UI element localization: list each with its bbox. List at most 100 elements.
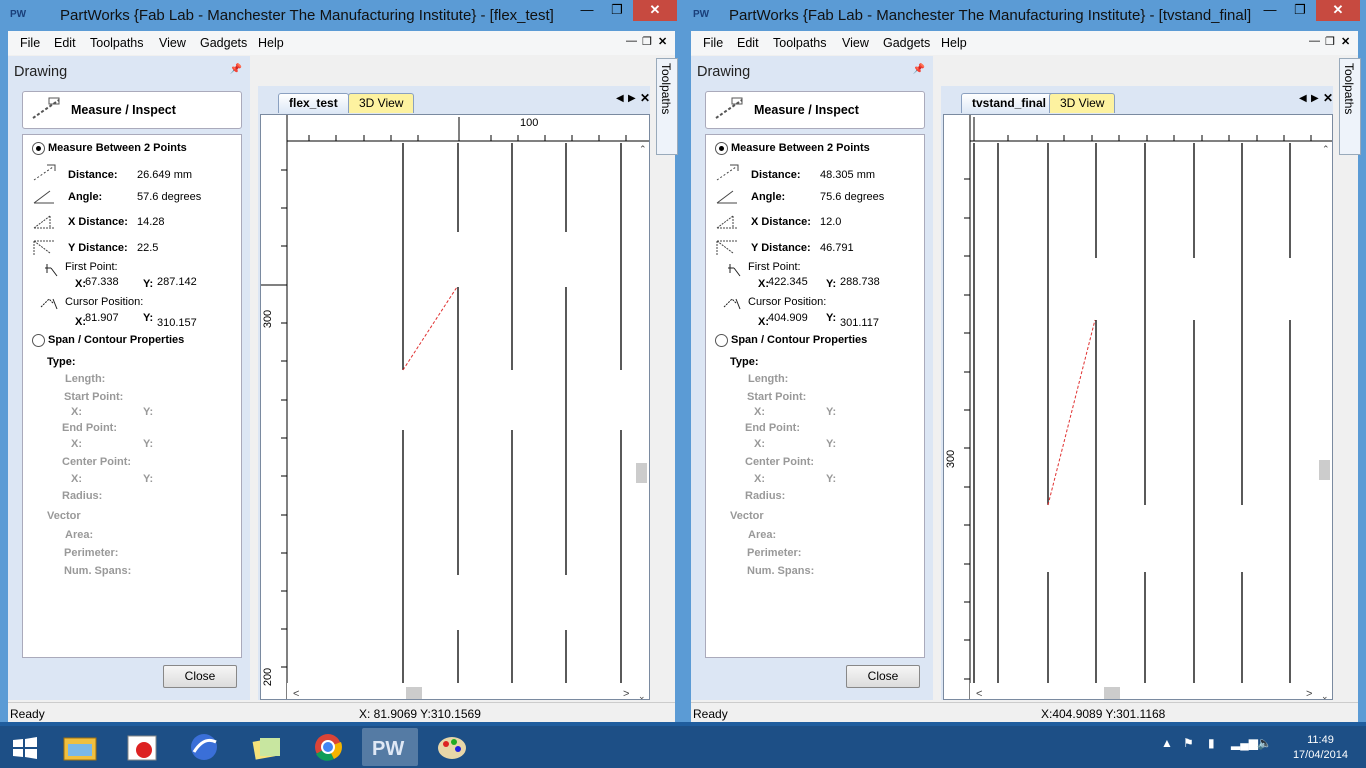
menu-gadgets[interactable]: Gadgets <box>883 36 930 50</box>
svg-text:>: > <box>623 688 629 699</box>
pin-icon[interactable]: 📌 <box>230 64 242 75</box>
svg-text:⌃: ⌃ <box>1322 144 1330 154</box>
pin-icon[interactable]: 📌 <box>913 64 925 75</box>
radio-span-contour[interactable] <box>715 334 728 347</box>
end-x-label: X: <box>71 438 82 450</box>
close-window-button[interactable]: ✕ <box>1316 0 1360 21</box>
angle-value: 75.6 degrees <box>820 191 885 203</box>
window-flex-test: PW PartWorks {Fab Lab - Manchester The M… <box>0 0 683 722</box>
menu-edit[interactable]: Edit <box>54 36 76 50</box>
maximize-button[interactable]: ❐ <box>1286 0 1314 21</box>
first-x-value: 422.345 <box>768 276 808 288</box>
type-label: Type: <box>730 356 759 368</box>
close-button[interactable]: Close <box>846 665 920 688</box>
menu-file[interactable]: File <box>20 36 40 50</box>
tab-flex-test[interactable]: flex_test <box>278 93 349 113</box>
area-label: Area: <box>748 529 777 541</box>
mdi-minimize-button[interactable]: — <box>1309 35 1320 47</box>
tab-3d-view[interactable]: 3D View <box>348 93 415 113</box>
status-bar: Ready X:404.9089 Y:301.1168 <box>691 702 1358 722</box>
menu-view[interactable]: View <box>159 36 186 50</box>
minimize-button[interactable]: — <box>1256 0 1284 21</box>
close-window-button[interactable]: ✕ <box>633 0 677 21</box>
flash-app-icon[interactable] <box>176 728 232 766</box>
end-x-label: X: <box>754 438 765 450</box>
mdi-restore-button[interactable]: ❐ <box>642 35 652 48</box>
tab-scroll-right-icon[interactable]: ▶ <box>628 93 636 104</box>
drawing-canvas[interactable]: ⌃ ⌄ < > 300 <box>943 114 1333 700</box>
drawing-canvas[interactable]: ⌃ ⌄ < > 100 300 200 <box>260 114 650 700</box>
measure-content: Measure Between 2 Points Distance: 48.30… <box>705 134 925 658</box>
maximize-button[interactable]: ❐ <box>603 0 631 21</box>
file-explorer-icon[interactable] <box>52 728 108 766</box>
tab-close-icon[interactable]: ✕ <box>1323 91 1333 105</box>
title-bar[interactable]: PW PartWorks {Fab Lab - Manchester The M… <box>683 0 1366 31</box>
angle-value: 57.6 degrees <box>137 191 202 203</box>
network-signal-icon[interactable]: ▂▄▆ <box>1231 736 1258 750</box>
svg-text:⌄: ⌄ <box>1321 691 1329 699</box>
toolpaths-tab[interactable]: Toolpaths <box>656 58 678 155</box>
mdi-minimize-button[interactable]: — <box>626 35 637 47</box>
menu-help[interactable]: Help <box>941 36 967 50</box>
toolpaths-tab-label: Toolpaths <box>1342 63 1356 115</box>
clock[interactable]: 11:49 17/04/2014 <box>1293 733 1348 763</box>
close-button[interactable]: Close <box>163 665 237 688</box>
num-spans-label: Num. Spans: <box>747 565 815 577</box>
x-distance-label: X Distance: <box>68 216 128 228</box>
menu-toolpaths[interactable]: Toolpaths <box>90 36 144 50</box>
title-bar[interactable]: PW PartWorks {Fab Lab - Manchester The M… <box>0 0 683 31</box>
menu-gadgets[interactable]: Gadgets <box>200 36 247 50</box>
distance-label: Distance: <box>751 169 801 181</box>
chrome-icon[interactable] <box>300 728 356 766</box>
menu-bar: File Edit Toolpaths View Gadgets Help — … <box>8 31 675 55</box>
measure-inspect-header: Measure / Inspect <box>705 91 925 129</box>
cursor-y-label: Y: <box>826 312 837 324</box>
measure-inspect-header: Measure / Inspect <box>22 91 242 129</box>
mdi-close-button[interactable]: ✕ <box>1341 35 1350 48</box>
volume-icon[interactable]: 🔈 <box>1257 736 1272 750</box>
perimeter-label: Perimeter: <box>747 547 802 559</box>
tab-tvstand-final[interactable]: tvstand_final <box>961 93 1058 113</box>
minimize-button[interactable]: — <box>573 0 601 21</box>
partworks-icon[interactable]: PW <box>362 728 418 766</box>
menu-file[interactable]: File <box>703 36 723 50</box>
radio-span-contour[interactable] <box>32 334 45 347</box>
y-distance-value: 22.5 <box>137 242 159 254</box>
tab-close-icon[interactable]: ✕ <box>640 91 650 105</box>
device-icon[interactable]: ▮ <box>1208 736 1215 750</box>
photo-app-icon[interactable] <box>114 728 170 766</box>
tab-3d-view[interactable]: 3D View <box>1049 93 1116 113</box>
start-button[interactable] <box>0 728 50 766</box>
end-point-label: End Point: <box>745 422 800 434</box>
show-hidden-icons-icon[interactable]: ▲ <box>1161 736 1173 750</box>
menu-help[interactable]: Help <box>258 36 284 50</box>
sticky-notes-icon[interactable] <box>238 728 294 766</box>
menu-edit[interactable]: Edit <box>737 36 759 50</box>
menu-toolpaths[interactable]: Toolpaths <box>773 36 827 50</box>
menu-view[interactable]: View <box>842 36 869 50</box>
svg-text:⌃: ⌃ <box>639 144 647 154</box>
radio-measure-between[interactable] <box>715 142 728 155</box>
mdi-close-button[interactable]: ✕ <box>658 35 667 48</box>
action-center-icon[interactable]: ⚑ <box>1183 736 1194 750</box>
center-point-label: Center Point: <box>745 456 815 468</box>
tab-scroll-left-icon[interactable]: ◀ <box>616 93 624 104</box>
svg-text:<: < <box>976 688 982 699</box>
y-distance-icon <box>714 237 740 257</box>
paint-icon[interactable] <box>424 728 480 766</box>
toolpaths-tab[interactable]: Toolpaths <box>1339 58 1361 155</box>
radio-measure-between[interactable] <box>32 142 45 155</box>
cursor-x-value: 81.907 <box>85 312 119 324</box>
first-y-label: Y: <box>143 278 154 290</box>
clock-time: 11:49 <box>1307 734 1334 746</box>
tab-scroll-right-icon[interactable]: ▶ <box>1311 93 1319 104</box>
status-coordinates: X: 81.9069 Y:310.1569 <box>359 707 481 721</box>
tab-scroll-left-icon[interactable]: ◀ <box>1299 93 1307 104</box>
window-tvstand-final: PW PartWorks {Fab Lab - Manchester The M… <box>683 0 1366 722</box>
menu-bar: File Edit Toolpaths View Gadgets Help — … <box>691 31 1358 55</box>
mdi-restore-button[interactable]: ❐ <box>1325 35 1335 48</box>
client-area: File Edit Toolpaths View Gadgets Help — … <box>691 31 1361 722</box>
status-coordinates: X:404.9089 Y:301.1168 <box>1041 707 1166 721</box>
start-x-label: X: <box>71 406 82 418</box>
cursor-y-value: 310.157 <box>157 317 197 329</box>
